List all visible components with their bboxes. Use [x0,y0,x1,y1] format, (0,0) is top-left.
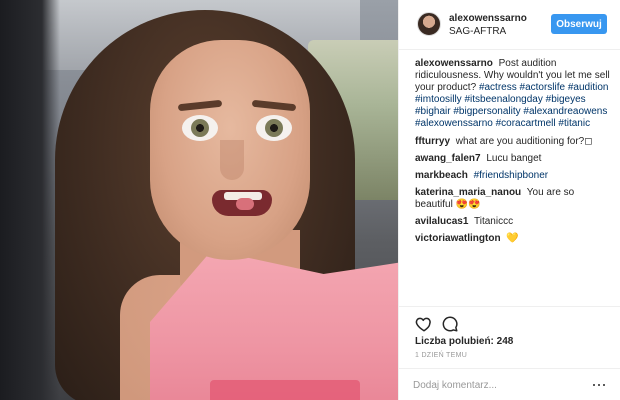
nose [220,140,244,180]
comment-item: markbeach #friendshipboner [415,170,613,182]
comments-list: alexowenssarno Post audition ridiculousn… [415,58,613,303]
comment-username[interactable]: victoriawatlington [415,233,501,244]
comment-item: victoriawatlington 💛 [415,233,613,245]
comment-text: what are you auditioning for?◻ [455,136,593,147]
tongue [236,198,254,210]
add-comment-bar [399,368,620,400]
comment-username[interactable]: avilalucas1 [415,216,468,227]
post-actions [399,306,620,334]
more-options-icon[interactable] [593,379,607,391]
likes-count[interactable]: Liczba polubień: 248 [415,336,513,347]
add-comment-input[interactable] [413,376,563,394]
comment-item: avilalucas1 Titanicсc [415,216,613,228]
post-side-panel: alexowenssarno SAG-AFTRA Obserwuj alexow… [398,0,620,400]
comment-text: 💛 [506,233,519,244]
shirt-print [210,380,360,400]
comment-item: katerina_maria_nanou You are so beautifu… [415,187,613,211]
comment-username[interactable]: katerina_maria_nanou [415,187,521,198]
post-timestamp[interactable]: 1 DZIEŃ TEMU [415,352,467,359]
right-eye [256,115,292,141]
comment-bubble-icon[interactable] [441,315,459,333]
caption: alexowenssarno Post audition ridiculousn… [415,58,613,130]
comment-username[interactable]: markbeach [415,170,468,181]
post-header: alexowenssarno SAG-AFTRA Obserwuj [399,0,620,50]
left-eye [182,115,218,141]
post-photo [0,0,398,400]
comment-hashtag[interactable]: #friendshipboner [474,170,549,181]
car-frame [0,0,60,400]
comment-item: awang_falen7 Lucu banget [415,153,613,165]
comment-item: ffturryy what are you auditioning for?◻ [415,136,613,148]
avatar[interactable] [417,12,441,36]
caption-username[interactable]: alexowenssarno [415,58,493,69]
comment-text: Titanicсc [473,216,514,227]
author-username[interactable]: alexowenssarno [449,13,527,24]
comment-username[interactable]: ffturryy [415,136,450,147]
follow-button[interactable]: Obserwuj [551,14,607,34]
comment-username[interactable]: awang_falen7 [415,153,481,164]
location-link[interactable]: SAG-AFTRA [449,26,506,37]
heart-icon[interactable] [415,315,433,333]
comment-text: Lucu banget [486,153,542,164]
